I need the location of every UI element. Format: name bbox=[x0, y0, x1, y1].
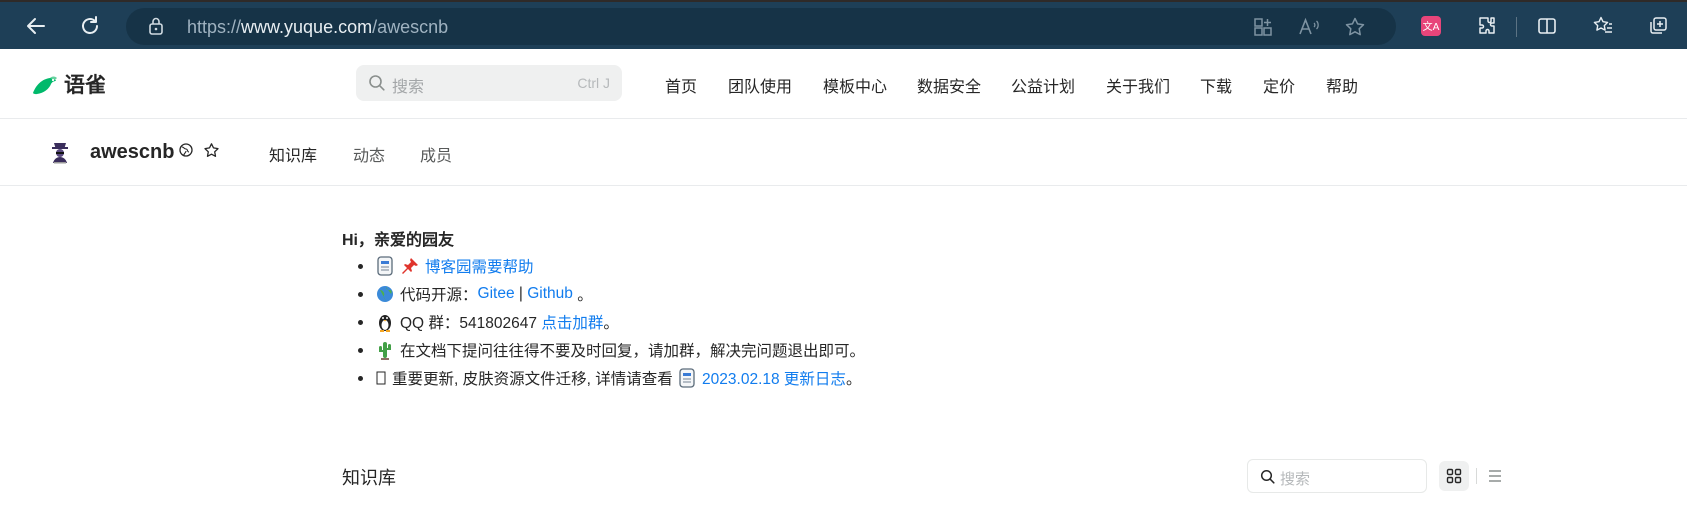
bullet bbox=[358, 319, 363, 325]
url-host: www.yuque.com bbox=[241, 17, 373, 37]
group-name[interactable]: awescnb bbox=[90, 141, 174, 164]
read-aloud-icon[interactable] bbox=[1296, 14, 1322, 40]
back-button[interactable] bbox=[20, 10, 52, 42]
sentence-end: 。 bbox=[572, 287, 593, 304]
favorites-button[interactable] bbox=[1587, 10, 1619, 42]
svg-text:文A: 文A bbox=[1423, 20, 1440, 33]
tab-activity[interactable]: 动态 bbox=[353, 142, 385, 166]
logo-text: 语雀 bbox=[64, 74, 106, 97]
site-header: 语雀 搜索 Ctrl J 首页 团队使用 模板中心 数据安全 公益计划 关于我们… bbox=[0, 49, 1687, 119]
bullet bbox=[358, 375, 363, 381]
yuque-bird-icon bbox=[33, 76, 57, 95]
address-bar[interactable]: https://www.yuque.com/awescnb bbox=[126, 8, 1396, 45]
tab-members[interactable]: 成员 bbox=[420, 142, 452, 166]
sentence-end: 。 bbox=[603, 315, 619, 332]
bullet bbox=[358, 263, 363, 269]
document-icon bbox=[677, 368, 697, 388]
translate-extension-icon: 文A bbox=[1421, 16, 1441, 36]
grid-view-button[interactable] bbox=[1439, 461, 1469, 491]
globe-icon bbox=[375, 284, 395, 304]
update-notice-text: 重要更新, 皮肤资源文件迁移, 详情请查看 bbox=[392, 371, 678, 388]
yuque-logo[interactable]: 语雀 bbox=[30, 69, 106, 99]
list-item: 在文档下提问往往得不要及时回复，请加群，解决完问题退出即可。 bbox=[358, 339, 865, 361]
nav-public-welfare[interactable]: 公益计划 bbox=[1011, 73, 1075, 97]
search-icon bbox=[1260, 469, 1276, 490]
app-available-icon[interactable] bbox=[1250, 14, 1276, 40]
favorite-star-icon[interactable] bbox=[1342, 14, 1368, 40]
site-search-input[interactable]: 搜索 Ctrl J bbox=[356, 65, 622, 101]
list-view-button[interactable] bbox=[1480, 461, 1510, 491]
nav-team[interactable]: 团队使用 bbox=[728, 73, 792, 97]
qq-group-label: QQ 群：541802647 bbox=[400, 315, 542, 332]
greeting-heading: Hi，亲爱的园友 bbox=[342, 232, 455, 249]
split-screen-button[interactable] bbox=[1531, 10, 1563, 42]
bullet bbox=[358, 347, 363, 353]
knowledge-base-title: 知识库 bbox=[342, 468, 396, 488]
penguin-icon bbox=[375, 312, 395, 332]
url-path: /awescnb bbox=[372, 17, 449, 37]
tab-knowledge-base[interactable]: 知识库 bbox=[269, 142, 317, 166]
search-icon bbox=[368, 74, 386, 97]
gitee-link[interactable]: Gitee bbox=[478, 285, 515, 303]
nav-about[interactable]: 关于我们 bbox=[1106, 73, 1170, 97]
lock-icon[interactable] bbox=[148, 16, 164, 41]
collections-icon bbox=[1650, 17, 1667, 34]
changelog-link[interactable]: 2023.02.18 更新日志 bbox=[702, 367, 846, 389]
bullet bbox=[358, 291, 363, 297]
sentence-end: 。 bbox=[845, 371, 862, 388]
public-globe-icon bbox=[178, 142, 194, 163]
list-item: 博客园需要帮助 bbox=[358, 255, 534, 277]
help-link[interactable]: 博客园需要帮助 bbox=[425, 255, 534, 277]
search-shortcut-hint: Ctrl J bbox=[577, 75, 610, 91]
translate-extension-button[interactable]: 文A bbox=[1415, 10, 1447, 42]
open-source-label: 代码开源： bbox=[400, 287, 478, 304]
favorites-icon bbox=[1593, 16, 1612, 33]
document-icon bbox=[375, 256, 395, 276]
search-placeholder: 搜索 bbox=[392, 79, 425, 96]
list-view-icon bbox=[1489, 470, 1501, 482]
nav-pricing[interactable]: 定价 bbox=[1263, 73, 1295, 97]
collections-button[interactable] bbox=[1642, 10, 1674, 42]
join-group-link[interactable]: 点击加群 bbox=[541, 311, 603, 333]
knowledge-base-search-input[interactable]: 搜索 bbox=[1247, 459, 1427, 493]
browser-toolbar: https://www.yuque.com/awescnb 文A bbox=[0, 0, 1687, 49]
missing-glyph-icon bbox=[375, 368, 387, 388]
nav-templates[interactable]: 模板中心 bbox=[823, 73, 887, 97]
extensions-button[interactable] bbox=[1471, 10, 1503, 42]
list-item: QQ 群：541802647 点击加群 。 bbox=[358, 311, 619, 333]
url-text[interactable]: https://www.yuque.com/awescnb bbox=[187, 17, 448, 38]
cactus-icon bbox=[375, 340, 395, 360]
back-icon bbox=[27, 18, 45, 34]
nav-download[interactable]: 下载 bbox=[1200, 73, 1232, 97]
toolbar-divider bbox=[1516, 17, 1517, 37]
group-avatar[interactable] bbox=[45, 136, 75, 166]
split-screen-icon bbox=[1538, 18, 1556, 34]
list-item: 代码开源： Gitee | Github 。 bbox=[358, 283, 593, 305]
view-divider bbox=[1476, 468, 1477, 484]
github-link[interactable]: Github bbox=[527, 285, 573, 303]
list-item: 重要更新, 皮肤资源文件迁移, 详情请查看 2023.02.18 更新日志 。 bbox=[358, 367, 861, 389]
nav-home[interactable]: 首页 bbox=[665, 73, 697, 97]
group-header: awescnb 知识库 动态 成员 bbox=[0, 119, 1687, 186]
refresh-icon bbox=[82, 16, 98, 34]
nav-help[interactable]: 帮助 bbox=[1326, 73, 1358, 97]
link-separator: | bbox=[514, 285, 528, 302]
pushpin-icon bbox=[400, 256, 420, 276]
nav-security[interactable]: 数据安全 bbox=[917, 73, 981, 97]
star-follow-icon[interactable] bbox=[203, 142, 220, 164]
extensions-icon bbox=[1479, 17, 1495, 34]
ask-tip-text: 在文档下提问往往得不要及时回复，请加群，解决完问题退出即可。 bbox=[400, 343, 866, 360]
grid-view-icon bbox=[1446, 468, 1462, 484]
refresh-button[interactable] bbox=[74, 10, 106, 42]
url-protocol: https:// bbox=[187, 17, 242, 37]
search-placeholder: 搜索 bbox=[1280, 471, 1311, 488]
